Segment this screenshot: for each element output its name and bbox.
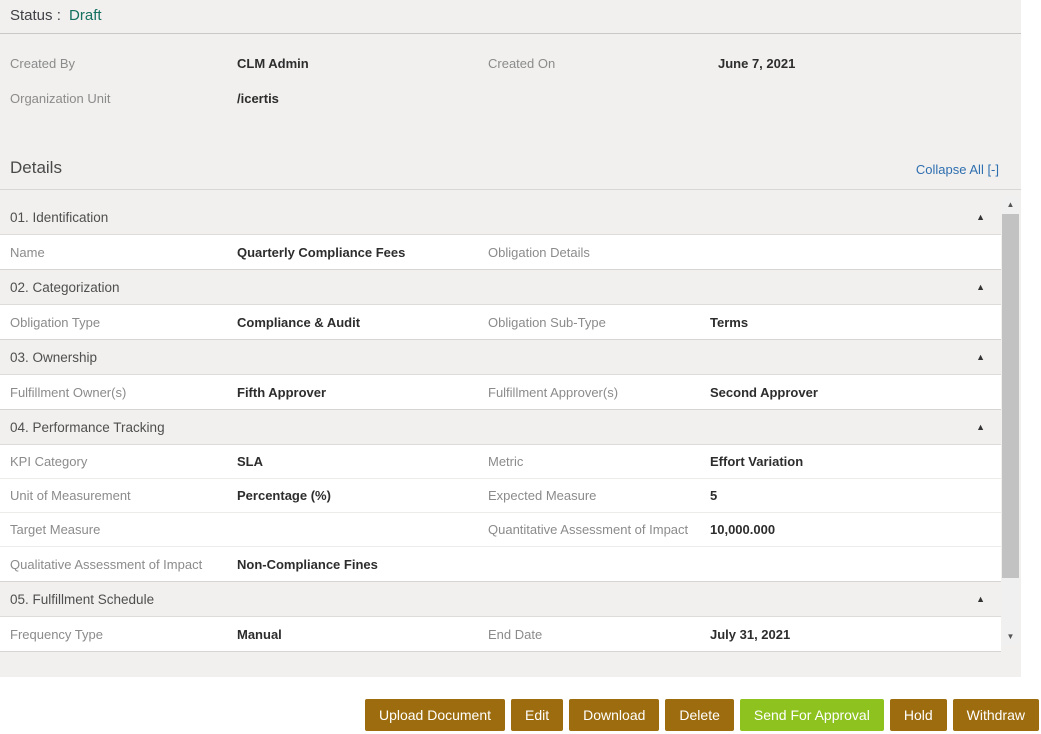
field-row: Unit of Measurement Percentage (%) Expec…: [0, 479, 1001, 513]
meta-row-org-unit: Organization Unit /icertis: [0, 91, 1021, 126]
main-panel: Status : Draft Created By CLM Admin Crea…: [0, 0, 1021, 677]
field-label: Obligation Details: [488, 245, 710, 260]
field-label: Fulfillment Owner(s): [10, 385, 237, 400]
section-ownership: 03. Ownership ▲ Fulfillment Owner(s) Fif…: [0, 340, 1001, 410]
created-by-label: Created By: [10, 56, 237, 71]
field-value: Fifth Approver: [237, 385, 488, 400]
field-row: Qualitative Assessment of Impact Non-Com…: [0, 547, 1001, 581]
status-badge: Draft: [69, 7, 102, 24]
meta-row-created: Created By CLM Admin Created On June 7, …: [0, 56, 1021, 91]
status-label: Status :: [10, 7, 61, 24]
upload-document-button[interactable]: Upload Document: [365, 699, 505, 731]
section-fulfillment-schedule: 05. Fulfillment Schedule ▲ Frequency Typ…: [0, 582, 1001, 652]
section-title: 03. Ownership: [10, 350, 97, 365]
field-row: KPI Category SLA Metric Effort Variation: [0, 445, 1001, 479]
scroll-down-icon[interactable]: ▼: [1002, 628, 1019, 645]
section-header-performance-tracking[interactable]: 04. Performance Tracking ▲: [0, 410, 1001, 444]
org-unit-label: Organization Unit: [10, 91, 237, 106]
collapse-triangle-icon[interactable]: ▲: [976, 423, 985, 432]
field-value: 10,000.000: [710, 522, 1001, 537]
created-on-value: June 7, 2021: [710, 56, 1021, 71]
field-row: Fulfillment Owner(s) Fifth Approver Fulf…: [0, 375, 1001, 409]
field-label: End Date: [488, 627, 710, 642]
field-label: Unit of Measurement: [10, 488, 237, 503]
field-label: Quantitative Assessment of Impact: [488, 522, 710, 537]
field-value: SLA: [237, 454, 488, 469]
field-value: Second Approver: [710, 385, 1001, 400]
vertical-scrollbar[interactable]: ▲ ▼: [1002, 196, 1019, 645]
field-row: Target Measure Quantitative Assessment o…: [0, 513, 1001, 547]
collapse-triangle-icon[interactable]: ▲: [976, 353, 985, 362]
field-value: Compliance & Audit: [237, 315, 488, 330]
field-label: Obligation Type: [10, 315, 237, 330]
section-body: Obligation Type Compliance & Audit Oblig…: [0, 304, 1001, 340]
field-value: Terms: [710, 315, 1001, 330]
scroll-up-icon[interactable]: ▲: [1002, 196, 1019, 213]
section-header-ownership[interactable]: 03. Ownership ▲: [0, 340, 1001, 374]
field-row: Name Quarterly Compliance Fees Obligatio…: [0, 235, 1001, 269]
details-header: Details Collapse All [-]: [0, 152, 1021, 190]
field-label: KPI Category: [10, 454, 237, 469]
section-body: Name Quarterly Compliance Fees Obligatio…: [0, 234, 1001, 270]
action-button-bar: Upload Document Edit Download Delete Sen…: [0, 677, 1041, 734]
section-body: Frequency Type Manual End Date July 31, …: [0, 616, 1001, 652]
send-for-approval-button[interactable]: Send For Approval: [740, 699, 884, 731]
details-sections: 01. Identification ▲ Name Quarterly Comp…: [0, 200, 1001, 652]
field-label: Metric: [488, 454, 710, 469]
status-bar: Status : Draft: [0, 0, 1021, 34]
created-by-value: CLM Admin: [237, 56, 488, 71]
withdraw-button[interactable]: Withdraw: [953, 699, 1039, 731]
section-title: 02. Categorization: [10, 280, 120, 295]
section-body: Fulfillment Owner(s) Fifth Approver Fulf…: [0, 374, 1001, 410]
field-value: Non-Compliance Fines: [237, 557, 488, 572]
edit-button[interactable]: Edit: [511, 699, 563, 731]
field-label: Target Measure: [10, 522, 237, 537]
collapse-all-link[interactable]: Collapse All [-]: [916, 158, 999, 177]
field-label: Fulfillment Approver(s): [488, 385, 710, 400]
section-title: 05. Fulfillment Schedule: [10, 592, 154, 607]
section-title: 01. Identification: [10, 210, 108, 225]
field-label: Frequency Type: [10, 627, 237, 642]
field-label: Expected Measure: [488, 488, 710, 503]
download-button[interactable]: Download: [569, 699, 659, 731]
collapse-triangle-icon[interactable]: ▲: [976, 283, 985, 292]
field-value: 5: [710, 488, 1001, 503]
section-identification: 01. Identification ▲ Name Quarterly Comp…: [0, 200, 1001, 270]
field-value: July 31, 2021: [710, 627, 1001, 642]
field-label: Obligation Sub-Type: [488, 315, 710, 330]
field-label: Name: [10, 245, 237, 260]
field-row: Obligation Type Compliance & Audit Oblig…: [0, 305, 1001, 339]
collapse-triangle-icon[interactable]: ▲: [976, 213, 985, 222]
field-value: Effort Variation: [710, 454, 1001, 469]
field-row: Frequency Type Manual End Date July 31, …: [0, 617, 1001, 651]
section-performance-tracking: 04. Performance Tracking ▲ KPI Category …: [0, 410, 1001, 582]
delete-button[interactable]: Delete: [665, 699, 733, 731]
field-value: Percentage (%): [237, 488, 488, 503]
scrollbar-thumb[interactable]: [1002, 214, 1019, 578]
section-title: 04. Performance Tracking: [10, 420, 165, 435]
field-value: Manual: [237, 627, 488, 642]
org-unit-value: /icertis: [237, 91, 488, 106]
hold-button[interactable]: Hold: [890, 699, 947, 731]
section-categorization: 02. Categorization ▲ Obligation Type Com…: [0, 270, 1001, 340]
created-on-label: Created On: [488, 56, 710, 71]
field-label: Qualitative Assessment of Impact: [10, 557, 237, 572]
collapse-triangle-icon[interactable]: ▲: [976, 595, 985, 604]
section-header-categorization[interactable]: 02. Categorization ▲: [0, 270, 1001, 304]
meta-section: Created By CLM Admin Created On June 7, …: [0, 34, 1021, 126]
details-title: Details: [10, 158, 62, 178]
section-header-fulfillment-schedule[interactable]: 05. Fulfillment Schedule ▲: [0, 582, 1001, 616]
section-header-identification[interactable]: 01. Identification ▲: [0, 200, 1001, 234]
section-body: KPI Category SLA Metric Effort Variation…: [0, 444, 1001, 582]
field-value: Quarterly Compliance Fees: [237, 245, 488, 260]
obligation-details-page: Status : Draft Created By CLM Admin Crea…: [0, 0, 1041, 734]
